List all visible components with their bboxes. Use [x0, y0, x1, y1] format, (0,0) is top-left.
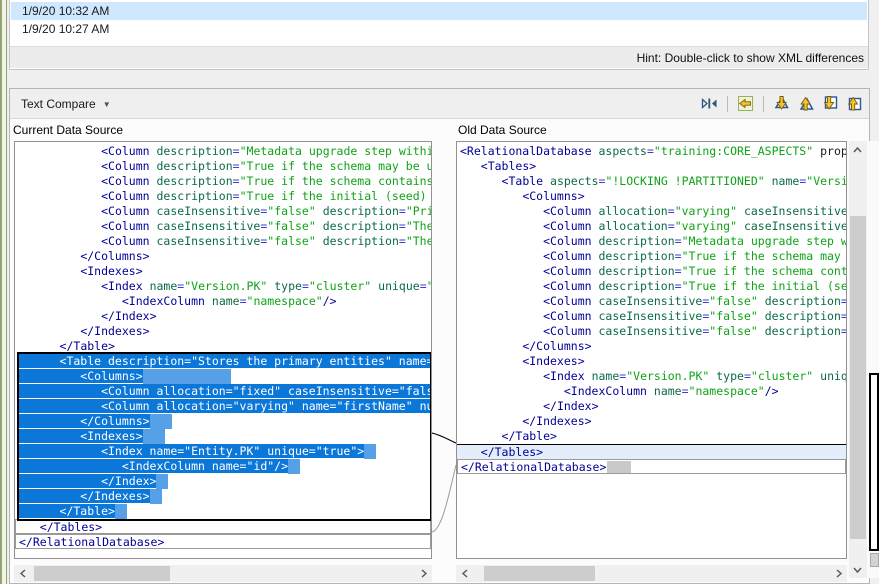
right-vertical-scrollbar[interactable] [849, 141, 867, 578]
code-line[interactable]: <Column description="True if the schema … [460, 264, 846, 279]
overview-selected-diff-marker[interactable] [869, 373, 879, 551]
code-line[interactable]: <Column caseInsensitive="false" descript… [460, 324, 846, 339]
compare-mode-label: Text Compare [21, 97, 96, 111]
left-pane-title: Current Data Source [13, 122, 123, 138]
code-line[interactable]: <Column caseInsensitive="false" descript… [460, 309, 846, 324]
code-line[interactable]: <IndexColumn name="namespace"/> [460, 384, 846, 399]
code-line[interactable]: </Indexes> [460, 414, 846, 429]
code-line[interactable]: </RelationalDatabase> [457, 459, 846, 474]
code-line[interactable]: <Column description="True if the initial… [18, 189, 431, 204]
code-line[interactable]: </Indexes> [18, 489, 431, 504]
code-line[interactable]: <IndexColumn name="id"/> [18, 459, 431, 474]
code-line[interactable]: <Column caseInsensitive="false" descript… [460, 294, 846, 309]
history-row[interactable]: 1/9/20 10:27 AM [11, 20, 867, 38]
left-code-area[interactable]: <Column description="Metadata upgrade st… [15, 142, 431, 558]
history-row[interactable]: 1/9/20 10:32 AM [11, 2, 867, 20]
window-edge-accent [6, 0, 7, 584]
code-line[interactable]: <Columns> [18, 369, 431, 384]
code-line[interactable]: <Column allocation="varying" name="first… [18, 399, 431, 414]
code-line[interactable]: </Indexes> [18, 324, 431, 339]
code-line[interactable]: </Table> [18, 504, 431, 519]
right-pane-title: Old Data Source [458, 122, 547, 138]
code-line[interactable]: <Column description="Metadata upgrade st… [18, 144, 431, 159]
code-line[interactable]: <Column caseInsensitive="false" descript… [18, 234, 431, 249]
scroll-left-icon[interactable] [14, 565, 31, 582]
hint-bar: Hint: Double-click to show XML differenc… [10, 46, 868, 68]
code-line[interactable]: </Index> [18, 309, 431, 324]
code-line[interactable]: </Table> [460, 429, 846, 444]
scrollbar-thumb[interactable] [484, 566, 595, 581]
code-line[interactable]: </Index> [460, 399, 846, 414]
compare-editor: Text Compare ▼ [9, 88, 870, 584]
right-horizontal-scrollbar[interactable] [456, 565, 847, 582]
code-line[interactable]: <Column description="True if the schema … [460, 249, 846, 264]
code-line[interactable]: <IndexColumn name="namespace"/> [18, 294, 431, 309]
history-panel: 1/9/20 10:32 AM1/9/20 10:27 AM Hint: Dou… [9, 0, 869, 70]
code-line[interactable]: <Column allocation="varying" caseInsensi… [460, 204, 846, 219]
code-line[interactable]: <Columns> [460, 189, 846, 204]
code-line[interactable]: <Indexes> [460, 354, 846, 369]
left-compare-pane[interactable]: <Column description="Metadata upgrade st… [14, 141, 432, 559]
scrollbar-thumb[interactable] [34, 566, 170, 581]
code-line[interactable]: <Table description="Stores the primary e… [18, 354, 431, 369]
code-line[interactable]: <Column description="True if the schema … [18, 174, 431, 189]
history-list: 1/9/20 10:32 AM1/9/20 10:27 AM [11, 2, 867, 38]
next-change-icon[interactable] [820, 94, 839, 113]
compare-mode-dropdown[interactable]: Text Compare ▼ [10, 97, 111, 111]
code-line[interactable]: </Tables> [15, 519, 431, 534]
code-line[interactable]: </Columns> [18, 249, 431, 264]
scrollbar-thumb[interactable] [850, 216, 866, 539]
code-line[interactable]: <Column description="True if the initial… [460, 279, 846, 294]
toolbar-separator [727, 96, 728, 112]
code-line[interactable]: <Column caseInsensitive="false" descript… [18, 219, 431, 234]
scroll-up-icon[interactable] [849, 141, 866, 158]
code-line[interactable]: <Column description="True if the schema … [18, 159, 431, 174]
scroll-right-icon[interactable] [830, 565, 847, 582]
code-line[interactable]: <Column allocation="varying" caseInsensi… [460, 219, 846, 234]
code-line[interactable]: <Tables> [460, 159, 846, 174]
code-line[interactable]: </Columns> [460, 339, 846, 354]
compare-toolbar: Text Compare ▼ [10, 89, 869, 119]
code-line[interactable]: </Tables> [457, 444, 846, 459]
scroll-down-icon[interactable] [849, 561, 866, 578]
diff-connector-curves [432, 142, 456, 558]
previous-change-icon[interactable] [844, 94, 863, 113]
code-line[interactable]: <Column allocation="fixed" caseInsensiti… [18, 384, 431, 399]
code-line[interactable]: <Indexes> [18, 429, 431, 444]
code-line[interactable]: <Index name="Version.PK" type="cluster" … [460, 369, 846, 384]
copy-change-right-to-left-icon[interactable] [736, 94, 755, 113]
toolbar-separator [763, 96, 764, 112]
code-line[interactable]: <Column caseInsensitive="false" descript… [18, 204, 431, 219]
right-compare-pane[interactable]: <RelationalDatabase aspects="training:CO… [456, 141, 847, 559]
right-code-area[interactable]: <RelationalDatabase aspects="training:CO… [457, 142, 846, 558]
next-difference-icon[interactable] [772, 94, 791, 113]
code-line[interactable]: <Table aspects="!LOCKING !PARTITIONED" n… [460, 174, 846, 189]
code-line[interactable]: </Index> [18, 474, 431, 489]
code-line[interactable]: <Index name="Entity.PK" unique="true"> [18, 444, 431, 459]
code-line[interactable]: <Indexes> [18, 264, 431, 279]
code-line[interactable]: <Column description="Metadata upgrade st… [460, 234, 846, 249]
left-horizontal-scrollbar[interactable] [14, 565, 432, 582]
swap-view-icon[interactable] [700, 94, 719, 113]
scroll-right-icon[interactable] [415, 565, 432, 582]
previous-difference-icon[interactable] [796, 94, 815, 113]
code-line[interactable]: </Table> [18, 339, 431, 354]
scroll-left-icon[interactable] [456, 565, 473, 582]
code-line[interactable]: <RelationalDatabase aspects="training:CO… [460, 144, 846, 159]
code-line[interactable]: </RelationalDatabase> [15, 534, 431, 549]
chevron-down-icon: ▼ [103, 99, 111, 109]
diff-overview-ruler[interactable] [868, 141, 879, 578]
selection-remnant-marker [607, 461, 631, 474]
code-line[interactable]: </Columns> [18, 414, 431, 429]
code-line[interactable]: <Index name="Version.PK" type="cluster" … [18, 279, 431, 294]
overview-diff-marker[interactable] [870, 553, 879, 567]
